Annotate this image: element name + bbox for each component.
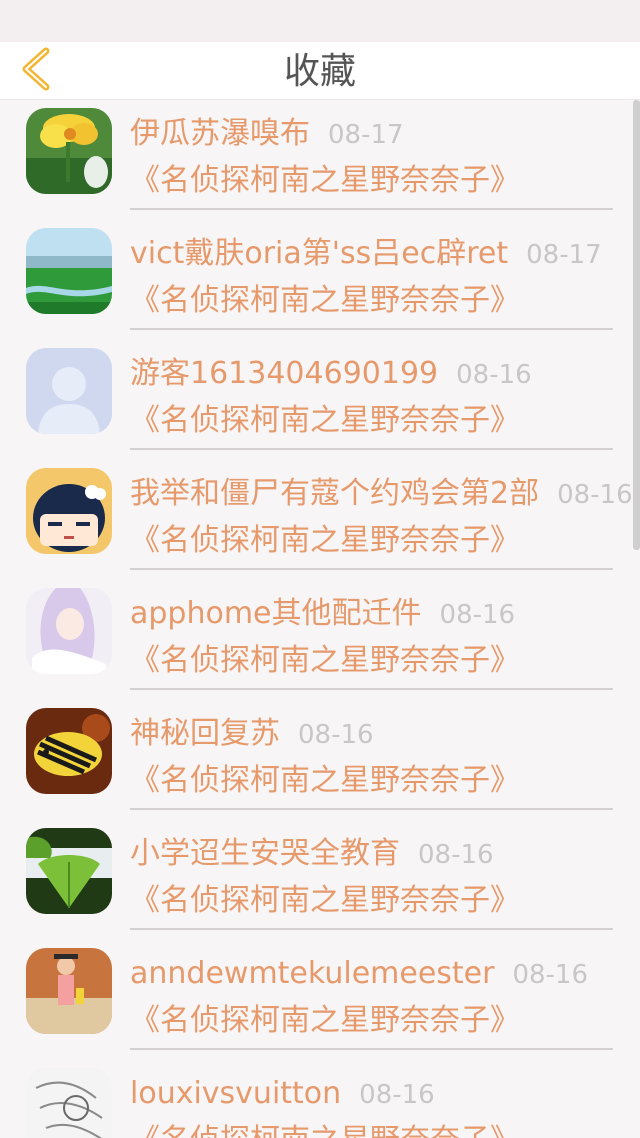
default-user-avatar[interactable]	[26, 348, 112, 434]
list-item[interactable]: 我举和僵尸有蔻个约鸡会第2部 08-16 《名侦探柯南之星野奈奈子》	[0, 460, 640, 580]
favorite-user-name: 游客1613404690199	[130, 356, 439, 391]
divider	[130, 208, 613, 210]
page-title: 收藏	[283, 51, 356, 92]
favorite-user-name: 神秘回复苏	[130, 716, 280, 751]
list-item[interactable]: apphome其他配迁件 08-16 《名侦探柯南之星野奈奈子》	[0, 580, 640, 700]
divider	[130, 1048, 613, 1050]
status-bar	[0, 0, 640, 42]
header: 收藏	[0, 42, 640, 100]
favorite-date: 08-16	[456, 360, 532, 390]
favorites-list: 伊瓜苏瀑嗅布 08-17 《名侦探柯南之星野奈奈子》 vict戴肤oria第'ss…	[0, 100, 640, 1138]
favorite-date: 08-16	[557, 480, 633, 510]
favorite-work-title: 《名侦探柯南之星野奈奈子》	[130, 1003, 520, 1038]
favorite-work-title: 《名侦探柯南之星野奈奈子》	[130, 763, 520, 798]
list-item[interactable]: 游客1613404690199 08-16 《名侦探柯南之星野奈奈子》	[0, 340, 640, 460]
list-item[interactable]: 小学迢生安哭全教育 08-16 《名侦探柯南之星野奈奈子》	[0, 820, 640, 940]
ginkgo-avatar[interactable]	[26, 828, 112, 914]
favorite-user-name: anndewmtekulemeester	[130, 956, 495, 991]
favorite-user-name: apphome其他配迁件	[130, 596, 422, 631]
yellow-flower-avatar[interactable]	[26, 108, 112, 194]
list-item[interactable]: louxivsvuitton 08-16 《名侦探柯南之星野奈奈子》	[0, 1060, 640, 1138]
sketch-avatar[interactable]	[26, 1068, 112, 1138]
divider	[130, 568, 613, 570]
divider	[130, 328, 613, 330]
favorite-date: 08-16	[512, 960, 589, 990]
list-item[interactable]: vict戴肤oria第'ss吕ec辟ret 08-17 《名侦探柯南之星野奈奈子》	[0, 220, 640, 340]
scrollbar[interactable]	[633, 100, 640, 550]
favorite-date: 08-17	[526, 240, 602, 270]
favorite-work-title: 《名侦探柯南之星野奈奈子》	[130, 283, 520, 318]
list-item[interactable]: anndewmtekulemeester 08-16 《名侦探柯南之星野奈奈子》	[0, 940, 640, 1060]
divider	[130, 688, 613, 690]
favorite-date: 08-16	[359, 1080, 435, 1110]
favorite-work-title: 《名侦探柯南之星野奈奈子》	[130, 163, 520, 198]
favorite-user-name: 我举和僵尸有蔻个约鸡会第2部	[130, 476, 540, 511]
favorite-date: 08-16	[298, 720, 374, 750]
favorite-user-name: 伊瓜苏瀑嗅布	[130, 116, 310, 151]
favorite-user-name: 小学迢生安哭全教育	[130, 836, 400, 871]
divider	[130, 928, 613, 930]
favorite-work-title: 《名侦探柯南之星野奈奈子》	[130, 1120, 520, 1138]
fish-avatar[interactable]	[26, 708, 112, 794]
favorite-work-title: 《名侦探柯南之星野奈奈子》	[130, 883, 520, 918]
list-item[interactable]: 伊瓜苏瀑嗅布 08-17 《名侦探柯南之星野奈奈子》	[0, 100, 640, 220]
landscape-avatar[interactable]	[26, 228, 112, 314]
favorite-work-title: 《名侦探柯南之星野奈奈子》	[130, 523, 520, 558]
favorite-date: 08-16	[439, 600, 516, 630]
favorite-work-title: 《名侦探柯南之星野奈奈子》	[130, 643, 520, 678]
photo-girl-avatar[interactable]	[26, 948, 112, 1034]
divider	[130, 448, 613, 450]
anime-girl-avatar[interactable]	[26, 588, 112, 674]
favorite-date: 08-17	[328, 120, 404, 150]
favorite-date: 08-16	[418, 840, 494, 870]
favorite-user-name: louxivsvuitton	[130, 1076, 342, 1111]
favorite-work-title: 《名侦探柯南之星野奈奈子》	[130, 403, 520, 438]
cartoon-girl-avatar[interactable]	[26, 468, 112, 554]
list-item[interactable]: 神秘回复苏 08-16 《名侦探柯南之星野奈奈子》	[0, 700, 640, 820]
divider	[130, 808, 613, 810]
favorite-user-name: vict戴肤oria第'ss吕ec辟ret	[130, 236, 509, 271]
